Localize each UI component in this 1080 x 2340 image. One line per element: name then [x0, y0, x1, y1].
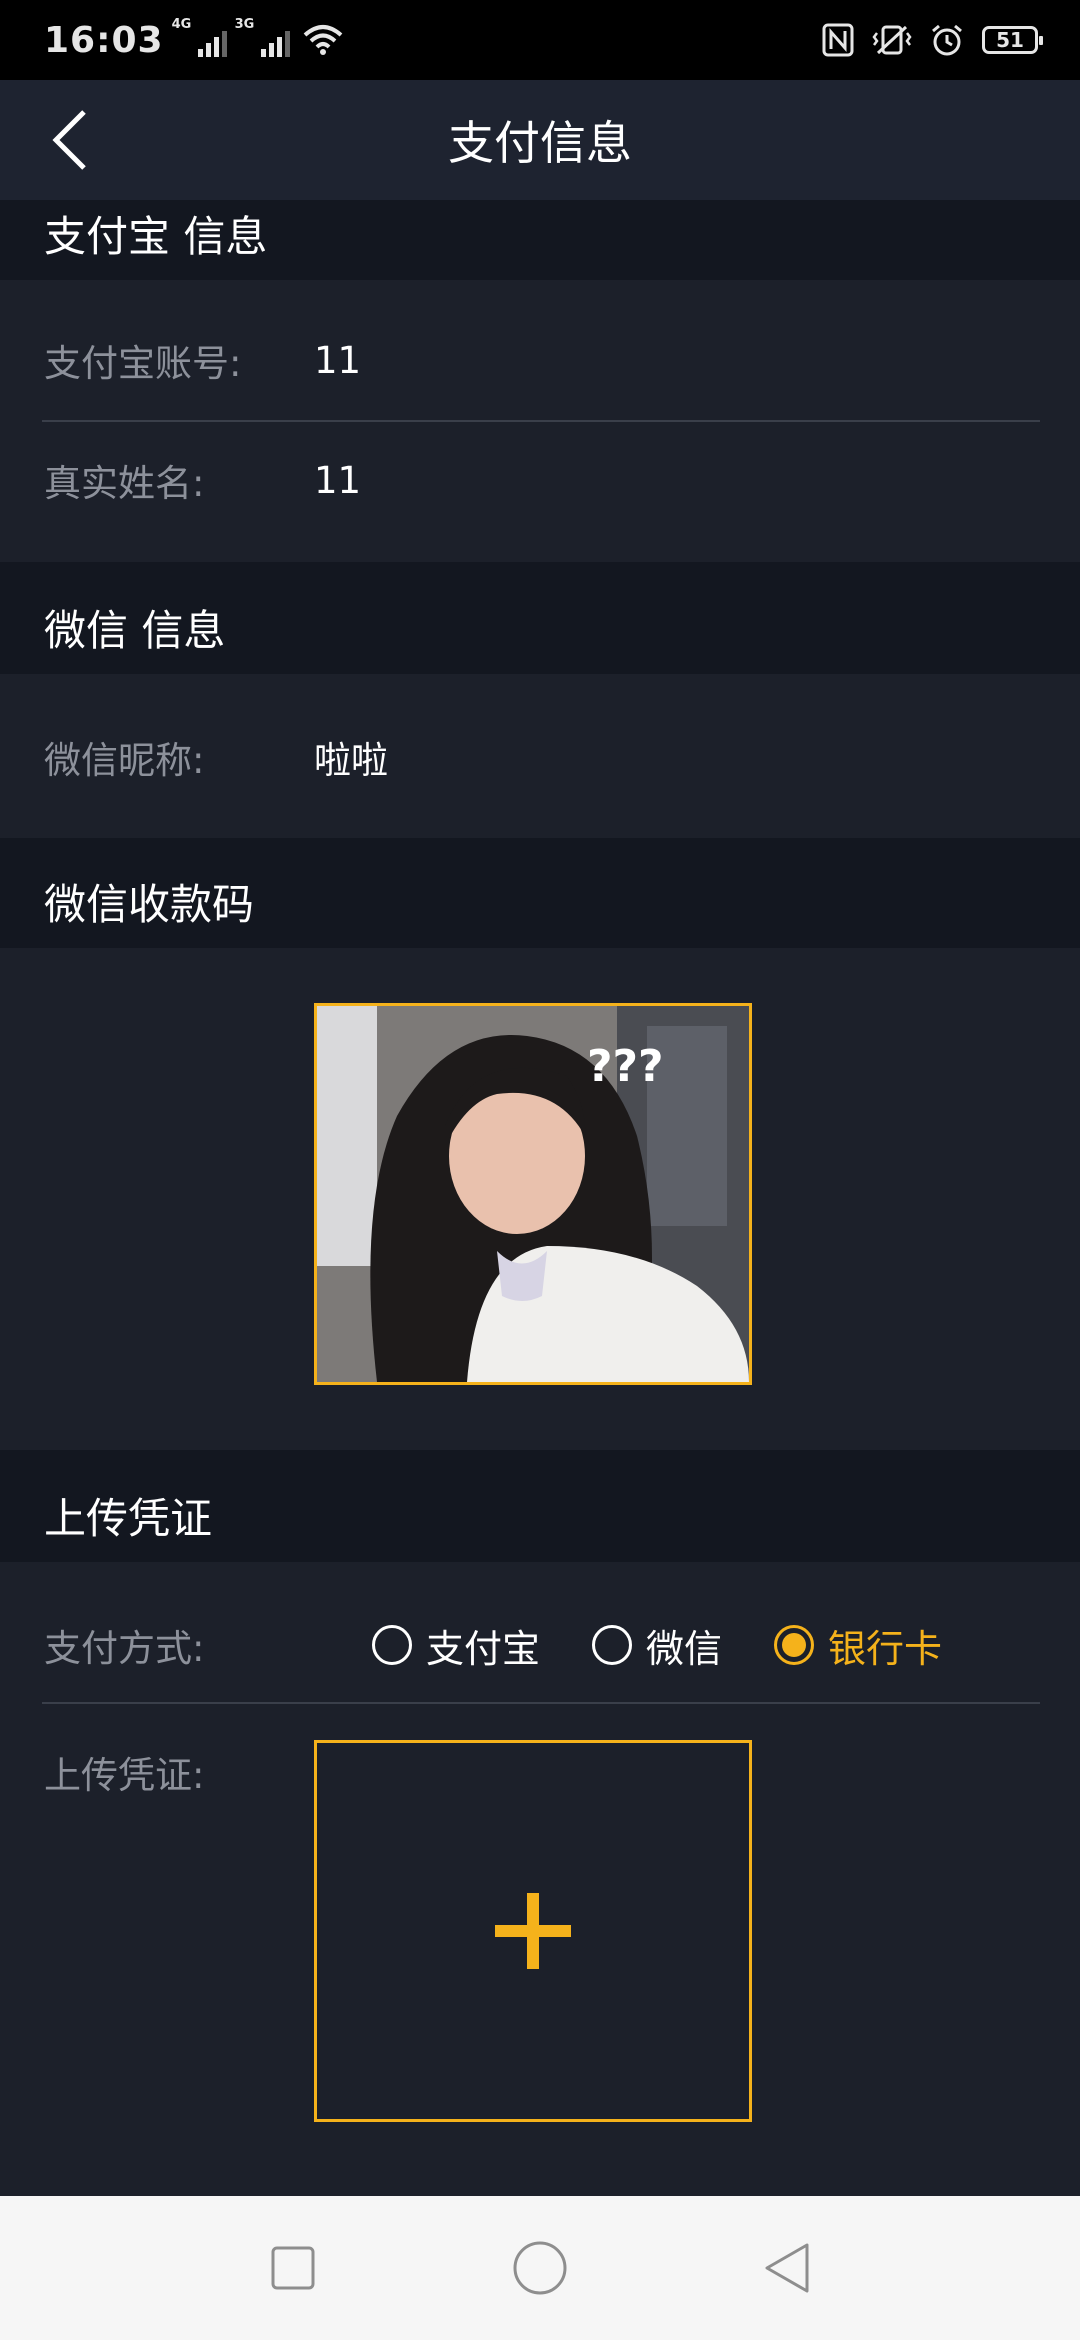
- payment-method-row: 支付方式: 支付宝 微信 银行卡: [44, 1610, 1040, 1680]
- wechat-qr-section-header: 微信收款码: [0, 838, 1080, 948]
- alipay-section-title: 支付宝 信息: [44, 212, 268, 261]
- signal-icon-2: 3G: [235, 17, 290, 57]
- app-header: 支付信息: [0, 80, 1080, 200]
- payment-method-label: 支付方式:: [44, 1627, 205, 1670]
- square-icon: [271, 2246, 315, 2290]
- radio-bank-card[interactable]: 银行卡: [774, 1618, 942, 1673]
- home-button[interactable]: [505, 2233, 575, 2303]
- real-name-label: 真实姓名:: [44, 462, 205, 505]
- payment-method-radio-group: 支付宝 微信 银行卡: [372, 1618, 994, 1673]
- signal-icon-1: 4G: [172, 17, 227, 57]
- status-bar: 16:03 4G 3G 51: [0, 0, 1080, 80]
- radio-circle-selected: [774, 1625, 815, 1665]
- plus-icon: [495, 1893, 571, 1969]
- nfc-icon: [822, 23, 854, 57]
- system-nav-bar: [0, 2196, 1080, 2340]
- signal-tag-1: 4G: [171, 17, 192, 32]
- svg-text:???: ???: [587, 1041, 664, 1092]
- wechat-qr-image[interactable]: ???: [314, 1003, 752, 1385]
- divider: [42, 1702, 1040, 1704]
- radio-wechat[interactable]: 微信: [592, 1618, 722, 1673]
- real-name-row: 真实姓名: 11: [44, 445, 1040, 515]
- real-name-value: 11: [314, 458, 362, 502]
- wechat-nickname-label: 微信昵称:: [44, 739, 205, 782]
- upload-voucher-label: 上传凭证:: [44, 1754, 205, 1797]
- page-title: 支付信息: [448, 116, 632, 170]
- radio-circle: [592, 1625, 633, 1665]
- wechat-nickname-row: 微信昵称: 啦啦: [44, 722, 1040, 792]
- battery-icon: 51: [982, 26, 1043, 54]
- alarm-icon: [932, 24, 962, 56]
- recents-button[interactable]: [258, 2233, 328, 2303]
- vibrate-icon: [872, 25, 912, 55]
- circle-icon: [513, 2241, 567, 2295]
- wechat-qr-section-title: 微信收款码: [44, 880, 255, 929]
- upload-section-header: 上传凭证: [0, 1450, 1080, 1562]
- chevron-left-icon: [52, 110, 86, 170]
- alipay-account-row: 支付宝账号: 11: [44, 325, 1040, 395]
- upload-section-title: 上传凭证: [44, 1494, 213, 1543]
- status-time: 16:03: [44, 19, 164, 61]
- upload-voucher-button[interactable]: [314, 1740, 752, 2122]
- wechat-nickname-value: 啦啦: [314, 739, 388, 782]
- wifi-icon: [303, 25, 342, 55]
- wechat-section-header: 微信 信息: [0, 562, 1080, 674]
- radio-alipay[interactable]: 支付宝: [372, 1618, 540, 1673]
- triangle-back-icon: [765, 2243, 809, 2293]
- alipay-account-label: 支付宝账号:: [44, 342, 242, 385]
- signal-tag-2: 3G: [234, 17, 255, 32]
- alipay-section-header: 支付宝 信息: [0, 200, 1080, 280]
- radio-bank-card-label: 银行卡: [828, 1626, 943, 1671]
- system-back-button[interactable]: [752, 2233, 822, 2303]
- alipay-account-value: 11: [314, 338, 362, 382]
- wechat-section-title: 微信 信息: [44, 606, 226, 655]
- divider: [42, 420, 1040, 422]
- radio-alipay-label: 支付宝: [426, 1626, 541, 1671]
- qr-photo: ???: [317, 1006, 749, 1382]
- back-button[interactable]: [40, 105, 100, 175]
- radio-circle: [372, 1625, 412, 1665]
- radio-wechat-label: 微信: [646, 1626, 723, 1671]
